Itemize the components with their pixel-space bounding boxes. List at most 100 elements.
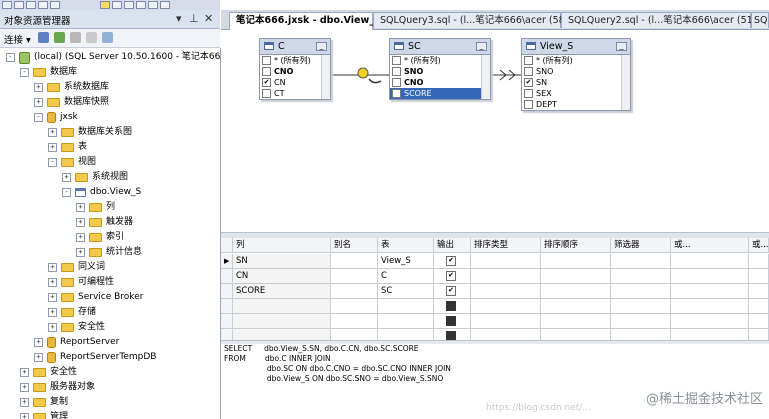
table-box-scrollbar[interactable] xyxy=(621,55,630,110)
grid-row-header[interactable] xyxy=(221,299,233,314)
grid-cell-column[interactable]: SCORE xyxy=(233,284,331,299)
dropdown-icon[interactable]: ▾ xyxy=(176,12,182,25)
tree-node[interactable]: - 视图 xyxy=(48,155,96,170)
grid-column-header[interactable]: 别名 xyxy=(331,238,378,253)
checkbox-icon[interactable] xyxy=(262,67,271,76)
expand-icon[interactable]: + xyxy=(34,83,43,92)
checkbox-icon[interactable] xyxy=(446,300,456,311)
checkbox-icon[interactable] xyxy=(524,56,533,65)
table-box-scrollbar[interactable] xyxy=(481,55,490,99)
table-box-scrollbar[interactable] xyxy=(321,55,330,99)
grid-cell[interactable] xyxy=(749,284,769,299)
tree-node[interactable]: + ReportServerTempDB xyxy=(34,350,156,365)
expand-icon[interactable]: + xyxy=(48,263,57,272)
grid-cell[interactable] xyxy=(541,314,611,329)
checkbox-icon[interactable] xyxy=(262,56,271,65)
minimize-icon[interactable]: _ xyxy=(316,42,327,51)
expand-icon[interactable]: + xyxy=(48,308,57,317)
checkbox-icon[interactable] xyxy=(392,56,401,65)
checkbox-checked-icon[interactable]: ✔ xyxy=(392,89,401,98)
checkbox-icon[interactable] xyxy=(524,67,533,76)
grid-cell-table[interactable]: SC xyxy=(378,284,434,299)
refresh-icon[interactable] xyxy=(102,32,113,43)
diagram-pane[interactable]: C _ * (所有列) CNO ✔ CN CT SC _ * (所有列) SNO CNO ✔ SCORE V… xyxy=(221,30,769,233)
tree-node[interactable]: - 数据库 xyxy=(20,65,77,80)
tree-node[interactable]: + 数据库快照 xyxy=(34,95,109,110)
grid-cell-column[interactable] xyxy=(233,314,331,329)
tab-view-designer[interactable]: 笔记本666.jxsk - dbo.View_1* xyxy=(229,12,386,30)
grid-column-header[interactable]: 排序顺序 xyxy=(541,238,611,253)
table-column-row[interactable]: * (所有列) xyxy=(522,55,621,66)
expand-icon[interactable]: + xyxy=(20,413,29,419)
table-column-row[interactable]: SNO xyxy=(522,66,621,77)
grid-cell-alias[interactable] xyxy=(331,269,378,284)
grid-cell[interactable] xyxy=(471,269,541,284)
collapse-icon[interactable]: - xyxy=(48,158,57,167)
tree-node[interactable]: + 列 xyxy=(76,200,115,215)
grid-cell[interactable] xyxy=(541,254,611,269)
checkbox-icon[interactable] xyxy=(446,330,456,341)
collapse-icon[interactable]: - xyxy=(34,113,43,122)
grid-cell-column[interactable]: CN xyxy=(233,269,331,284)
grid-cell[interactable] xyxy=(671,314,749,329)
checkbox-icon[interactable] xyxy=(446,315,456,326)
grid-cell[interactable] xyxy=(611,254,671,269)
grid-cell[interactable] xyxy=(541,269,611,284)
grid-cell[interactable] xyxy=(671,299,749,314)
grid-cell[interactable] xyxy=(749,254,769,269)
table-column-row[interactable]: SNO xyxy=(390,66,481,77)
tree-node[interactable]: - (local) (SQL Server 10.50.1600 - 笔记本666… xyxy=(6,50,220,65)
grid-column-header[interactable]: 排序类型 xyxy=(471,238,541,253)
connect-icon[interactable] xyxy=(38,32,49,43)
tree-node[interactable]: + 服务器对象 xyxy=(20,380,95,395)
table-box-title[interactable]: C _ xyxy=(260,39,330,55)
expand-icon[interactable]: + xyxy=(48,278,57,287)
table-column-row[interactable]: ✔ CN xyxy=(260,77,321,88)
disconnect-icon[interactable] xyxy=(54,32,65,43)
grid-cell-alias[interactable] xyxy=(331,314,378,329)
connect-button[interactable]: 连接 ▾ xyxy=(4,32,31,46)
grid-cell-table[interactable]: View_S xyxy=(378,254,434,269)
tree-node[interactable]: + 同义词 xyxy=(48,260,105,275)
grid-column-header[interactable]: 列 xyxy=(233,238,331,253)
grid-cell[interactable] xyxy=(611,284,671,299)
grid-column-header[interactable]: 筛选器 xyxy=(611,238,671,253)
grid-cell[interactable] xyxy=(471,299,541,314)
grid-cell-table[interactable] xyxy=(378,314,434,329)
tab-sqlquery2[interactable]: SQLQuery2.sql - (l...笔记本666\acer (51))* xyxy=(561,12,765,28)
table-column-row[interactable]: CNO xyxy=(260,66,321,77)
checkbox-checked-icon[interactable]: ✔ xyxy=(446,285,456,296)
checkbox-checked-icon[interactable]: ✔ xyxy=(262,78,271,87)
minimize-icon[interactable]: _ xyxy=(616,42,627,51)
filter-icon[interactable] xyxy=(86,32,97,43)
table-box[interactable]: View_S _ * (所有列) SNO ✔ SN SEX DEPT xyxy=(521,38,631,111)
toolbar-button[interactable] xyxy=(50,1,60,9)
checkbox-icon[interactable] xyxy=(262,89,271,98)
grid-cell[interactable] xyxy=(471,284,541,299)
collapse-icon[interactable]: - xyxy=(6,53,15,62)
tab-sqlquery3[interactable]: SQLQuery3.sql - (l...笔记本666\acer (58))* xyxy=(373,12,577,28)
grid-column-header[interactable]: 表 xyxy=(378,238,434,253)
table-box-title[interactable]: SC _ xyxy=(390,39,490,55)
checkbox-icon[interactable] xyxy=(392,67,401,76)
grid-cell-output[interactable]: ✔ xyxy=(434,269,471,284)
tree-node[interactable]: + 存储 xyxy=(48,305,96,320)
tree-node[interactable]: + 系统视图 xyxy=(62,170,128,185)
grid-row-header[interactable] xyxy=(221,284,233,299)
grid-cell[interactable] xyxy=(471,314,541,329)
tree-node[interactable]: - jxsk xyxy=(34,110,78,125)
expand-icon[interactable]: + xyxy=(48,293,57,302)
expand-icon[interactable]: + xyxy=(62,173,71,182)
table-column-row[interactable]: * (所有列) xyxy=(260,55,321,66)
table-column-row[interactable]: SEX xyxy=(522,88,621,99)
checkbox-icon[interactable] xyxy=(524,100,533,109)
tree-node[interactable]: + 可编程性 xyxy=(48,275,114,290)
grid-cell-column[interactable]: SN xyxy=(233,254,331,269)
collapse-icon[interactable]: - xyxy=(62,188,71,197)
toolbar-button[interactable] xyxy=(14,1,24,9)
checkbox-icon[interactable] xyxy=(524,89,533,98)
grid-cell-alias[interactable] xyxy=(331,299,378,314)
tree-node[interactable]: + ReportServer xyxy=(34,335,119,350)
grid-cell[interactable] xyxy=(611,299,671,314)
toolbar-button[interactable] xyxy=(112,1,122,9)
